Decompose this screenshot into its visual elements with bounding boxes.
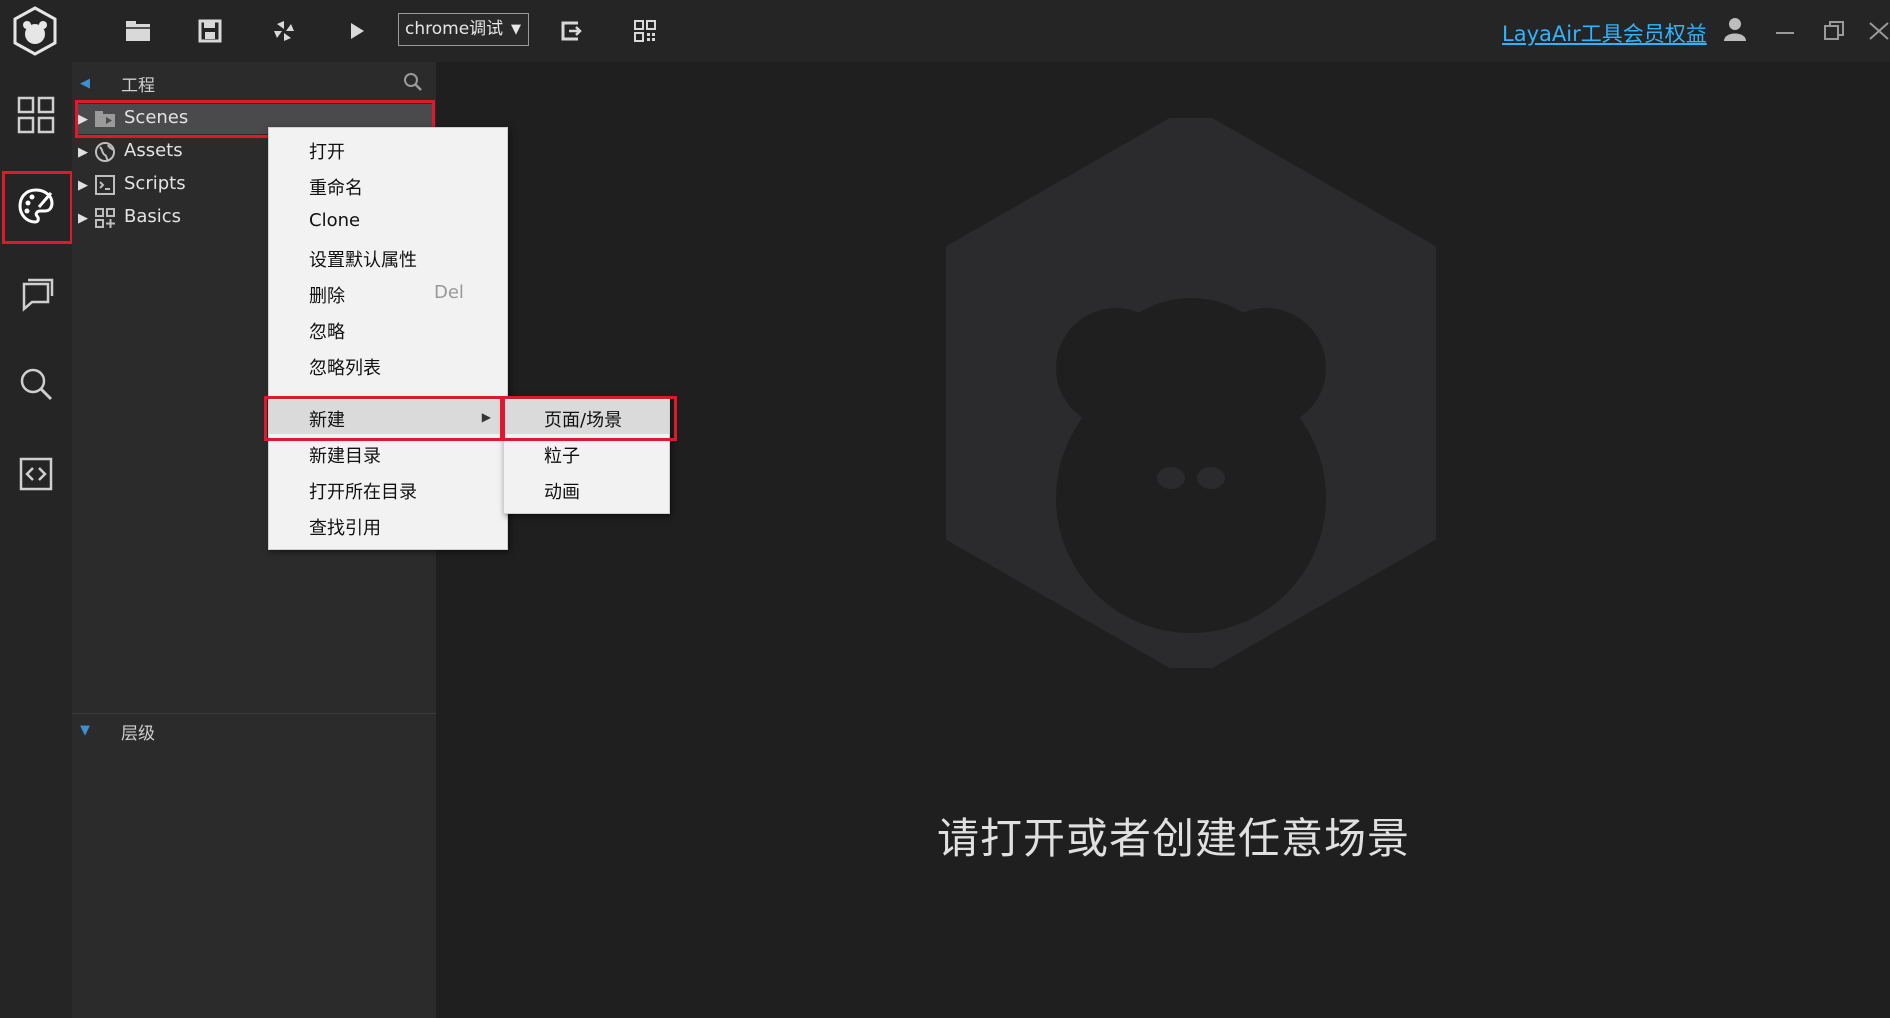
watermark-logo-icon xyxy=(946,118,1436,668)
submenu-arrow-icon: ▶ xyxy=(481,410,491,424)
menu-item-delete[interactable]: 删除 Del xyxy=(269,276,507,310)
export-icon[interactable] xyxy=(556,16,586,46)
menu-item-label: Clone xyxy=(309,210,361,231)
comment-icon[interactable] xyxy=(10,268,62,320)
tree-item-label: Scenes xyxy=(124,107,189,128)
close-icon[interactable] xyxy=(1866,16,1890,46)
app-logo-icon xyxy=(12,6,58,56)
restore-icon[interactable] xyxy=(1819,16,1849,46)
user-icon[interactable] xyxy=(1720,14,1750,44)
menu-item-label: 打开所在目录 xyxy=(309,482,417,503)
debug-target-value: chrome调试 xyxy=(405,19,504,39)
menu-item-new[interactable]: 新建 ▶ xyxy=(269,400,507,434)
menu-item-open[interactable]: 打开 xyxy=(269,132,507,166)
panel-divider xyxy=(72,713,436,714)
menu-item-label: 新建 xyxy=(309,410,345,431)
menu-item-new-folder[interactable]: 新建目录 xyxy=(269,436,507,470)
scenes-folder-icon xyxy=(94,108,116,130)
grid-plus-icon xyxy=(94,207,116,229)
context-menu: 打开 重命名 Clone 设置默认属性 删除 Del 忽略 忽略列表 新建 ▶ 新建… xyxy=(268,127,508,550)
project-panel-title: 工程 xyxy=(121,76,155,96)
menu-item-label: 动画 xyxy=(544,482,580,503)
collapse-arrow-icon[interactable]: ◀ xyxy=(80,76,90,91)
hierarchy-panel-title: 层级 xyxy=(121,724,155,744)
debug-target-select[interactable]: chrome调试 ▼ xyxy=(398,13,529,46)
menu-item-label: 忽略列表 xyxy=(309,358,381,379)
submenu-item-page-scene[interactable]: 页面/场景 xyxy=(504,400,669,434)
menu-item-clone[interactable]: Clone xyxy=(269,204,507,238)
search-icon[interactable] xyxy=(10,358,62,410)
menu-item-set-default-props[interactable]: 设置默认属性 xyxy=(269,240,507,274)
menu-item-open-containing-folder[interactable]: 打开所在目录 xyxy=(269,472,507,506)
tree-item-label: Basics xyxy=(124,206,182,227)
menu-item-label: 粒子 xyxy=(544,446,580,467)
script-icon xyxy=(94,174,116,196)
expand-triangle-icon[interactable]: ▶ xyxy=(78,145,88,160)
menu-item-ignore[interactable]: 忽略 xyxy=(269,312,507,346)
activity-bar xyxy=(0,62,72,1018)
menu-item-label: 页面/场景 xyxy=(544,410,623,431)
panel-search-icon[interactable] xyxy=(403,72,423,92)
menu-item-label: 重命名 xyxy=(309,178,363,199)
globe-icon xyxy=(94,141,116,163)
minimize-icon[interactable] xyxy=(1770,16,1800,46)
dropdown-arrow-icon: ▼ xyxy=(511,22,521,37)
code-icon[interactable] xyxy=(10,448,62,500)
layout-grid-icon[interactable] xyxy=(10,89,62,141)
tree-item-label: Assets xyxy=(124,140,183,161)
menu-item-label: 设置默认属性 xyxy=(309,250,417,271)
menu-item-label: 查找引用 xyxy=(309,518,381,539)
menu-item-ignore-list[interactable]: 忽略列表 xyxy=(269,348,507,382)
tree-item-label: Scripts xyxy=(124,173,186,194)
palette-icon[interactable] xyxy=(10,180,62,232)
menu-item-label: 删除 xyxy=(309,286,345,307)
top-toolbar: chrome调试 ▼ LayaAir工具会员权益 xyxy=(0,0,1890,62)
expand-triangle-icon[interactable]: ▶ xyxy=(78,112,88,127)
member-benefits-link[interactable]: LayaAir工具会员权益 xyxy=(1502,18,1707,48)
expand-triangle-icon[interactable]: ▶ xyxy=(78,211,88,226)
submenu-item-animation[interactable]: 动画 xyxy=(504,472,669,506)
expand-arrow-icon[interactable]: ▼ xyxy=(80,723,90,738)
menu-item-find-references[interactable]: 查找引用 xyxy=(269,508,507,542)
play-icon[interactable] xyxy=(342,16,372,46)
save-icon[interactable] xyxy=(195,16,225,46)
new-submenu: 页面/场景 粒子 动画 xyxy=(503,397,670,514)
expand-triangle-icon[interactable]: ▶ xyxy=(78,178,88,193)
qrcode-icon[interactable] xyxy=(630,16,660,46)
menu-item-shortcut: Del xyxy=(434,282,464,303)
empty-scene-message: 请打开或者创建任意场景 xyxy=(937,814,1411,863)
scene-editor-area xyxy=(436,62,1890,1018)
menu-item-label: 新建目录 xyxy=(309,446,381,467)
menu-item-label: 打开 xyxy=(309,142,345,163)
compile-icon[interactable] xyxy=(269,16,299,46)
menu-item-label: 忽略 xyxy=(309,322,345,343)
submenu-item-particle[interactable]: 粒子 xyxy=(504,436,669,470)
open-folder-icon[interactable] xyxy=(123,16,153,46)
menu-item-rename[interactable]: 重命名 xyxy=(269,168,507,202)
